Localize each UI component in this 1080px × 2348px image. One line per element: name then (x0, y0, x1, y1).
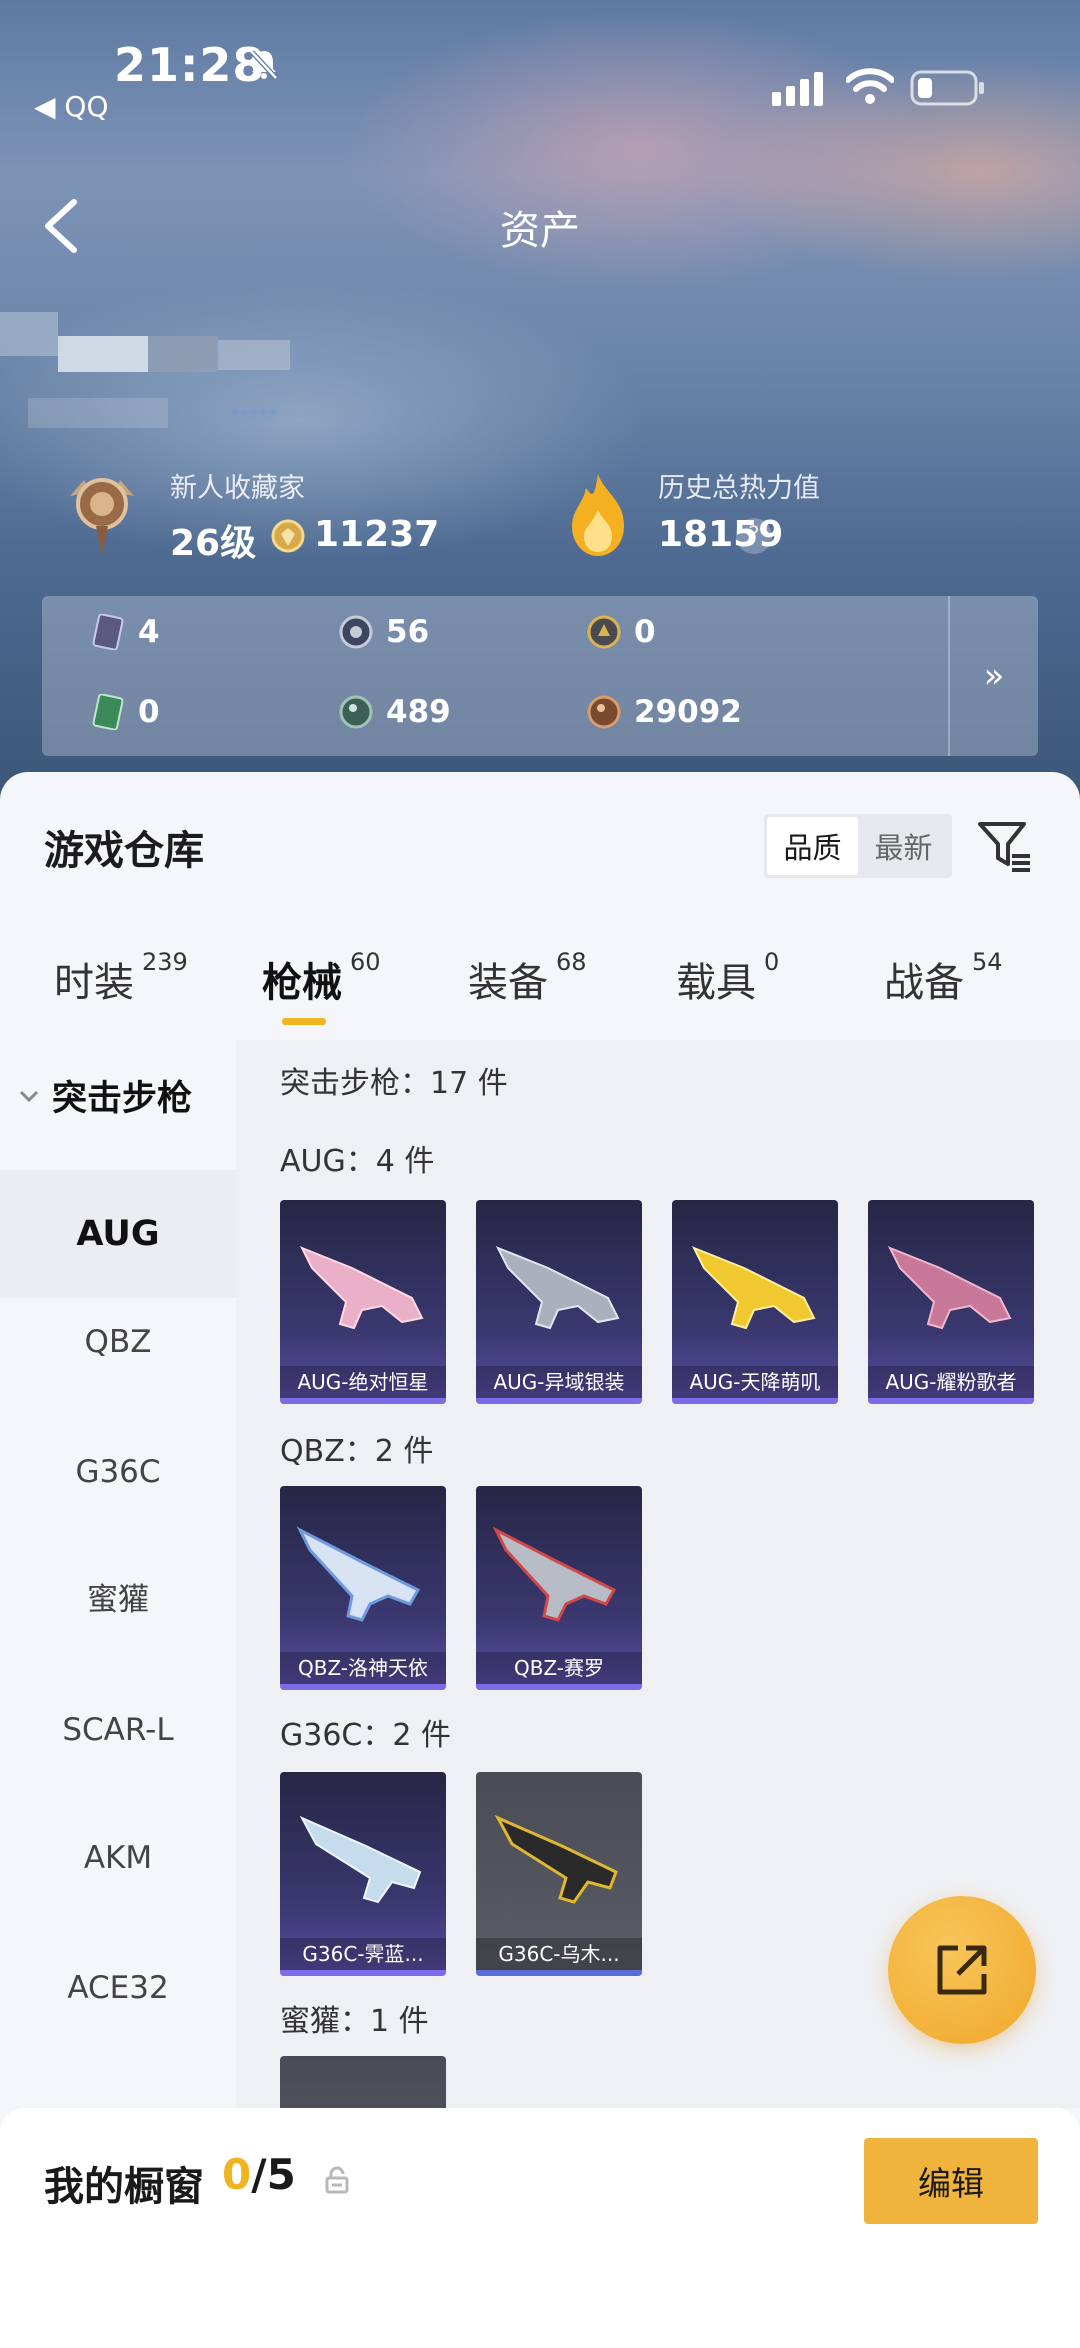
tab-supplies[interactable]: 战备 54 (884, 948, 1003, 1008)
smg-light-blue-icon (299, 1815, 422, 1904)
tab-fashion[interactable]: 时装 239 (54, 948, 188, 1008)
heat-label: 历史总热力值 (658, 473, 820, 504)
help-question-icon[interactable]: ? (736, 518, 772, 554)
resource-green-gem: 489 (338, 694, 451, 730)
sidebar-item-scar-l[interactable]: SCAR-L (0, 1708, 236, 1752)
sidebar-item-honey-badger[interactable]: 蜜獾 (0, 1578, 236, 1622)
active-tab-indicator (282, 1018, 326, 1025)
group-label-g36c: G36C：2 件 (280, 1718, 451, 1753)
tab-vehicles[interactable]: 载具 0 (676, 948, 779, 1008)
showcase-title: 我的橱窗 (44, 2164, 204, 2210)
sidebar-item-g36c[interactable]: G36C (0, 1450, 236, 1494)
item-card[interactable]: AUG-耀粉歌者 (868, 1200, 1034, 1404)
item-card[interactable]: QBZ-赛罗 (476, 1486, 642, 1690)
collector-badge-icon (70, 478, 134, 556)
rifle-silver-icon (495, 1246, 620, 1330)
card-ticket-icon (92, 614, 124, 650)
green-gem-icon (339, 695, 373, 729)
chevron-down-icon (19, 1090, 39, 1102)
item-card[interactable]: G36C-乌木... (476, 1772, 642, 1976)
bronze-coin-icon (587, 695, 621, 729)
collector-points: 11237 (314, 514, 440, 555)
resource-green-card: 0 (90, 694, 160, 730)
back-to-app-link[interactable]: ◀ QQ (34, 90, 109, 123)
resource-panel[interactable]: 4 56 0 0 489 29092 » (42, 596, 1038, 756)
page-title: 资产 (500, 208, 580, 254)
signal-icon (772, 72, 823, 106)
group-label-honey-badger: 蜜獾：1 件 (280, 2004, 429, 2039)
sidebar-item-ace32[interactable]: ACE32 (0, 1966, 236, 2010)
item-card[interactable] (280, 2056, 446, 2108)
collector-points-icon (271, 519, 305, 553)
showcase-count: 0/5 (222, 2150, 296, 2199)
collector-title: 新人收藏家 (170, 473, 305, 504)
rifle-pink-icon (299, 1246, 424, 1330)
resource-bronze-coin: 29092 (586, 694, 742, 730)
category-total: 突击步枪：17 件 (280, 1066, 508, 1101)
share-fab-button[interactable] (888, 1896, 1036, 2044)
item-card[interactable]: G36C-霁蓝... (280, 1772, 446, 1976)
external-link-icon (937, 1945, 987, 1995)
resource-silver-coin: 56 (338, 614, 429, 650)
wifi-icon (846, 68, 894, 104)
sidebar-item-akm[interactable]: AKM (0, 1836, 236, 1880)
lock-icon (325, 2166, 349, 2194)
bell-muted-icon (250, 50, 278, 80)
tab-guns[interactable]: 枪械 60 (262, 948, 381, 1008)
rifle-rose-icon (887, 1246, 1012, 1330)
group-label-qbz: QBZ：2 件 (280, 1434, 434, 1469)
status-time: 21:28 (114, 38, 266, 92)
resource-card: 4 (90, 614, 160, 650)
tab-equipment[interactable]: 装备 68 (468, 948, 587, 1008)
filter-icon[interactable] (976, 818, 1032, 874)
item-card[interactable]: QBZ-洛神天依 (280, 1486, 446, 1690)
sort-quality-button[interactable]: 品质 (767, 817, 858, 875)
collector-level: 26级 (170, 523, 257, 564)
item-card[interactable]: AUG-异域银装 (476, 1200, 642, 1404)
green-card-icon (92, 694, 124, 730)
resource-gold-coin: 0 (586, 614, 656, 650)
smg-black-gold-icon (494, 1814, 618, 1904)
sidebar-item-qbz[interactable]: QBZ (0, 1320, 236, 1364)
group-label-aug: AUG：4 件 (280, 1144, 435, 1179)
flame-icon (572, 474, 624, 556)
sidebar-item-aug[interactable]: AUG (0, 1170, 236, 1298)
item-card[interactable]: AUG-绝对恒星 (280, 1200, 446, 1404)
profile-link-blurred[interactable]: ····· (230, 396, 278, 431)
battery-icon (910, 70, 984, 106)
edit-showcase-button[interactable]: 编辑 (864, 2138, 1038, 2224)
rifle-blue-white-icon (296, 1526, 421, 1622)
sort-toggle: 品质 最新 (764, 814, 952, 878)
item-card[interactable]: AUG-天降萌叽 (672, 1200, 838, 1404)
expand-resources-icon[interactable]: » (950, 596, 1038, 756)
silver-coin-icon (339, 615, 373, 649)
gold-coin-icon (587, 615, 621, 649)
sort-newest-button[interactable]: 最新 (858, 817, 949, 875)
rifle-yellow-icon (691, 1246, 816, 1330)
warehouse-title: 游戏仓库 (44, 828, 204, 874)
category-heading[interactable]: 突击步枪 (0, 1070, 236, 1121)
rifle-red-silver-icon (492, 1526, 617, 1622)
